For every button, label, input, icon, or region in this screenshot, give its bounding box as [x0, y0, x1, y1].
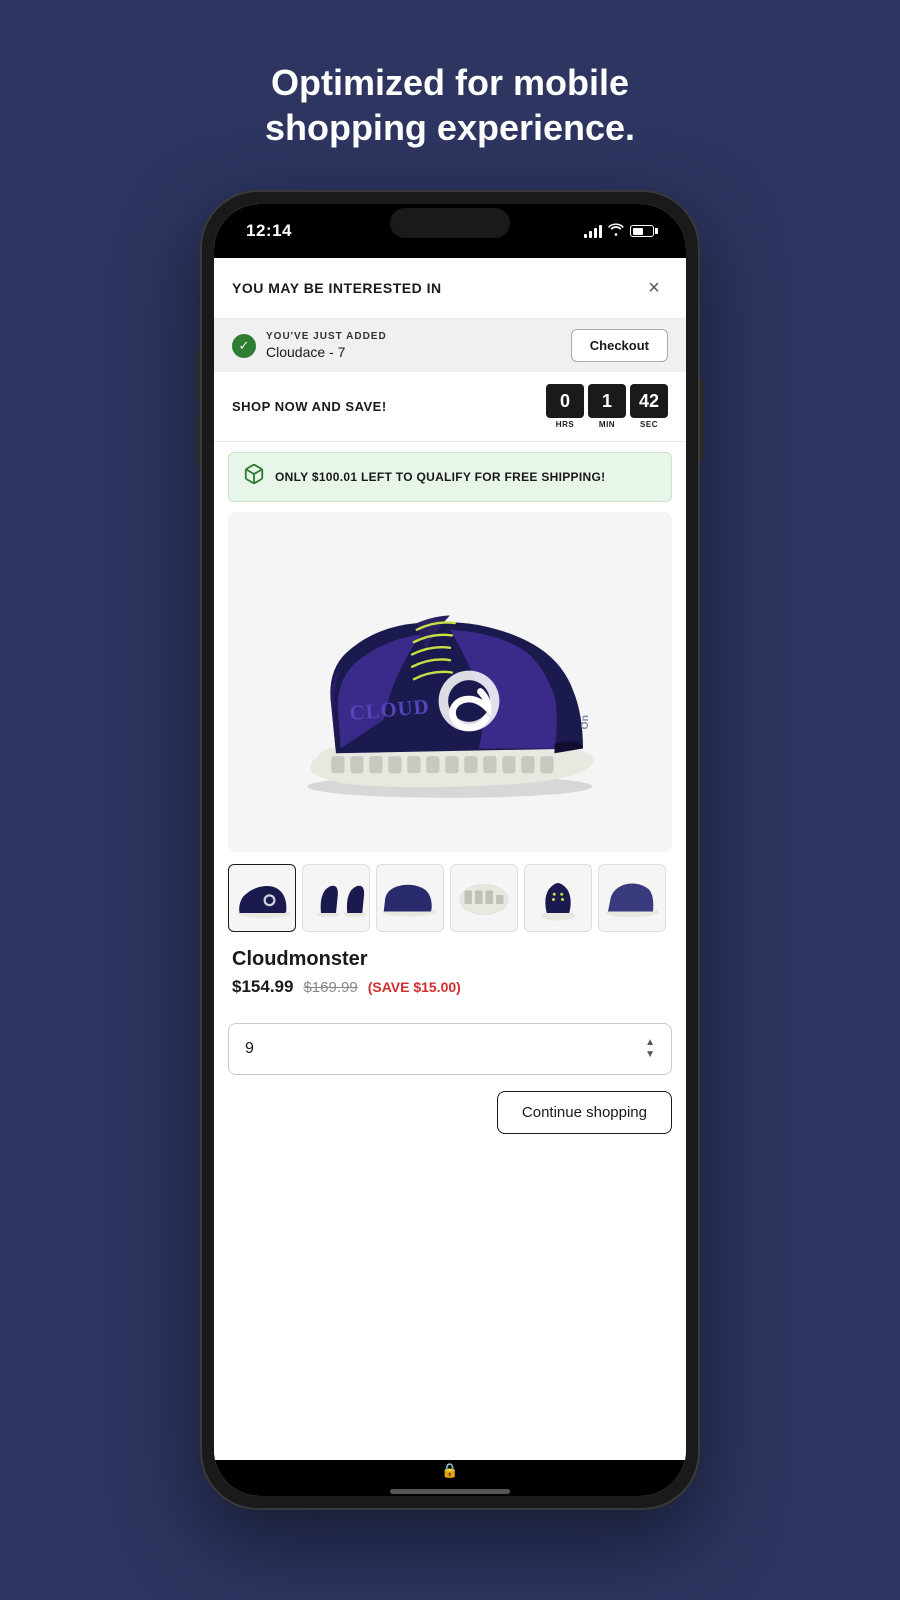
timer-display: 0 HRS 1 MIN 42 SEC [546, 384, 668, 429]
arrow-up-icon[interactable]: ▲ [645, 1038, 655, 1048]
lock-icon: 🔒 [441, 1462, 458, 1479]
price-row: $154.99 $169.99 (SAVE $15.00) [232, 977, 668, 997]
size-value: 9 [245, 1040, 254, 1058]
continue-shopping-button[interactable]: Continue shopping [497, 1091, 672, 1134]
close-button[interactable]: × [640, 274, 668, 302]
checkout-button[interactable]: Checkout [571, 329, 668, 362]
status-time: 12:14 [246, 221, 292, 241]
modal-header: YOU MAY BE INTERESTED IN × [214, 258, 686, 319]
home-indicator: 🔒 [214, 1460, 686, 1496]
power-button [700, 380, 704, 460]
timer-seconds-value: 42 [630, 384, 668, 418]
modal-title: YOU MAY BE INTERESTED IN [232, 280, 442, 296]
product-info: Cloudmonster $154.99 $169.99 (SAVE $15.0… [214, 944, 686, 1009]
continue-shopping-container: Continue shopping [228, 1091, 672, 1134]
thumbnail-3[interactable] [376, 864, 444, 932]
svg-text:On: On [580, 715, 591, 730]
signal-bar-4 [599, 225, 602, 238]
battery-icon [630, 225, 658, 237]
timer-minutes: 1 MIN [588, 384, 626, 429]
timer-hours-value: 0 [546, 384, 584, 418]
thumbnail-4[interactable] [450, 864, 518, 932]
timer-minutes-label: MIN [599, 420, 615, 429]
timer-seconds: 42 SEC [630, 384, 668, 429]
product-name: Cloudmonster [232, 948, 668, 971]
product-image: CLOUD [228, 512, 672, 852]
phone-screen: 12:14 [214, 204, 686, 1496]
wifi-icon [608, 223, 624, 239]
added-product-name: Cloudace - 7 [266, 344, 387, 360]
added-info: YOU'VE JUST ADDED Cloudace - 7 [266, 331, 387, 360]
shipping-text: ONLY $100.01 LEFT TO QUALIFY FOR FREE SH… [275, 470, 605, 484]
vol-up-button [196, 350, 200, 402]
arrow-down-icon[interactable]: ▼ [645, 1050, 655, 1060]
shop-now-label: SHOP NOW AND SAVE! [232, 399, 387, 414]
thumbnail-6[interactable] [598, 864, 666, 932]
price-original: $169.99 [303, 979, 357, 996]
stepper-arrows[interactable]: ▲ ▼ [645, 1038, 655, 1060]
home-bar [390, 1489, 510, 1494]
dynamic-island [390, 208, 510, 238]
timer-hours-label: HRS [556, 420, 574, 429]
thumbnail-1[interactable] [228, 864, 296, 932]
signal-icon [584, 224, 602, 238]
thumbnail-2[interactable] [302, 864, 370, 932]
shoe-image: CLOUD [228, 512, 672, 852]
timer-hours: 0 HRS [546, 384, 584, 429]
page-headline: Optimized for mobile shopping experience… [265, 60, 635, 150]
thumbnail-5[interactable] [524, 864, 592, 932]
timer-seconds-label: SEC [640, 420, 658, 429]
added-banner: ✓ YOU'VE JUST ADDED Cloudace - 7 Checkou… [214, 319, 686, 372]
status-icons [584, 223, 658, 239]
price-current: $154.99 [232, 977, 293, 997]
signal-bar-2 [589, 231, 592, 238]
size-selector[interactable]: 9 ▲ ▼ [228, 1023, 672, 1075]
app-content[interactable]: YOU MAY BE INTERESTED IN × ✓ YOU'VE JUST… [214, 258, 686, 1460]
thumbnail-row [214, 852, 686, 944]
vol-down-button [196, 414, 200, 466]
added-label: YOU'VE JUST ADDED [266, 331, 387, 342]
check-icon: ✓ [232, 334, 256, 358]
signal-bar-1 [584, 234, 587, 238]
added-left: ✓ YOU'VE JUST ADDED Cloudace - 7 [232, 331, 387, 360]
price-save: (SAVE $15.00) [368, 979, 461, 995]
shipping-banner: ONLY $100.01 LEFT TO QUALIFY FOR FREE SH… [228, 452, 672, 502]
box-icon [243, 463, 265, 491]
timer-minutes-value: 1 [588, 384, 626, 418]
signal-bar-3 [594, 228, 597, 238]
phone-mockup: 12:14 [200, 190, 700, 1510]
timer-section: SHOP NOW AND SAVE! 0 HRS 1 MIN 42 SEC [214, 372, 686, 442]
